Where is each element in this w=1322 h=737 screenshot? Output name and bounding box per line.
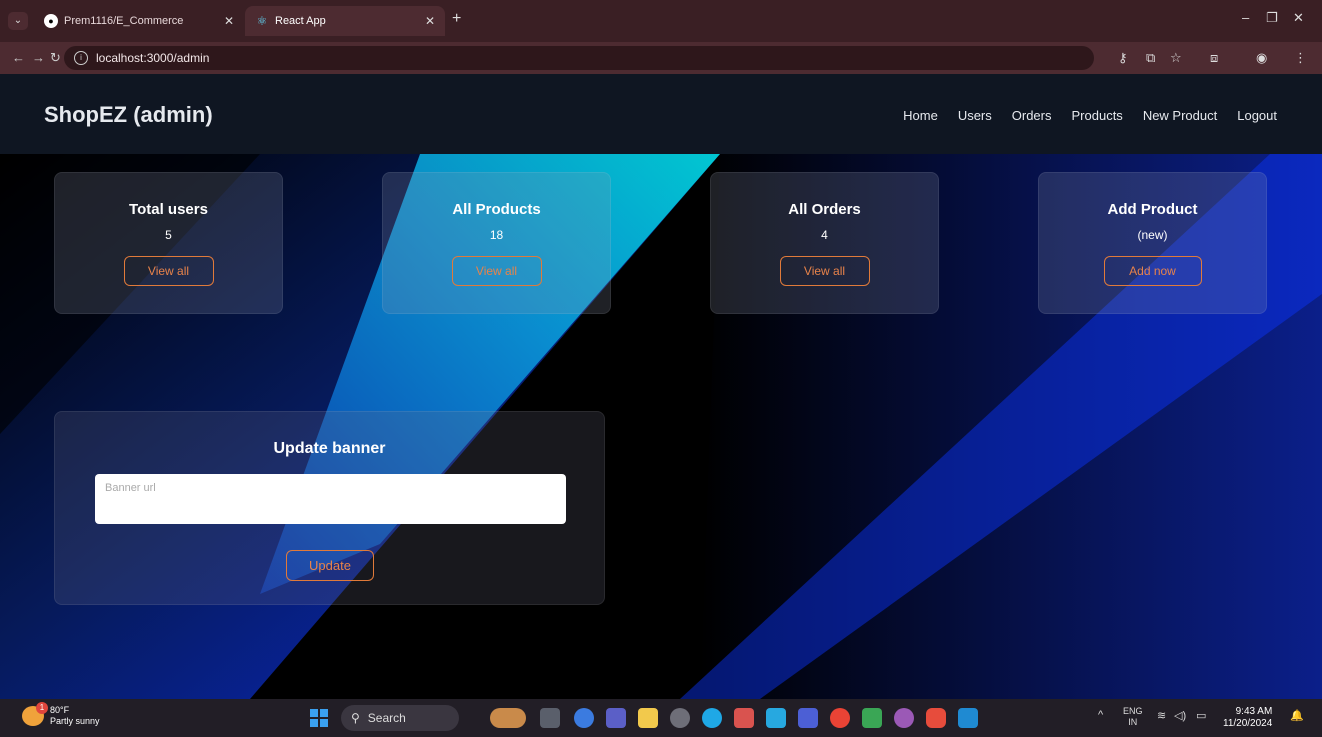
notes-icon[interactable] <box>798 708 818 728</box>
card-value: (new) <box>1137 228 1168 242</box>
reload-icon[interactable]: ↻ <box>50 50 61 66</box>
weather-temp: 80°F <box>50 705 70 715</box>
profile-avatar-icon[interactable]: ◉ <box>1256 50 1267 66</box>
search-icon: ⚲ <box>351 711 360 725</box>
card-value: 18 <box>489 228 504 242</box>
tab-search-menu-icon[interactable]: ⌄ <box>8 12 28 30</box>
update-banner-button[interactable]: Update <box>286 550 374 581</box>
language-indicator[interactable]: ENG IN <box>1123 706 1143 728</box>
card-title: Add Product <box>1107 201 1198 218</box>
card-all-products: All Products 18 View all <box>382 172 611 314</box>
banner-title: Update banner <box>273 440 386 457</box>
card-total-users: Total users 5 View all <box>54 172 283 314</box>
nav-link-products[interactable]: Products <box>1072 108 1123 123</box>
xbox-icon[interactable] <box>862 708 882 728</box>
minimize-icon[interactable]: – <box>1242 10 1249 25</box>
copilot-widget-icon[interactable] <box>490 708 526 728</box>
tab-title: React App <box>275 15 326 27</box>
password-key-icon[interactable]: ⚷ <box>1118 50 1128 66</box>
nav-link-orders[interactable]: Orders <box>1012 108 1052 123</box>
site-info-icon[interactable]: i <box>74 51 88 65</box>
card-value: 4 <box>821 228 828 242</box>
taskbar-search[interactable]: ⚲ Search <box>341 705 459 731</box>
lang-code: ENG <box>1123 706 1143 716</box>
calendar-icon[interactable] <box>766 708 786 728</box>
update-banner-card: Update banner Update <box>54 411 605 605</box>
region-code: IN <box>1128 717 1138 727</box>
card-title: All Products <box>452 201 541 218</box>
volume-icon[interactable]: ◁) <box>1174 709 1186 722</box>
wps-office-icon[interactable] <box>926 708 946 728</box>
card-add-product: Add Product (new) Add now <box>1038 172 1267 314</box>
notification-bell-icon[interactable]: 🔔 <box>1290 709 1304 722</box>
nav-link-home[interactable]: Home <box>903 108 938 123</box>
copilot-icon[interactable] <box>574 708 594 728</box>
add-now-button[interactable]: Add now <box>1103 256 1202 286</box>
browser-menu-icon[interactable]: ⋮ <box>1294 50 1307 66</box>
clock-time: 9:43 AM <box>1235 706 1273 717</box>
react-icon: ⚛ <box>256 14 268 28</box>
card-all-orders: All Orders 4 View all <box>710 172 939 314</box>
task-view-icon[interactable] <box>540 708 560 728</box>
tab-title: Prem1116/E_Commerce <box>64 15 184 27</box>
file-explorer-icon[interactable] <box>638 708 658 728</box>
wifi-icon[interactable]: ≋ <box>1157 709 1166 722</box>
view-all-orders-button[interactable]: View all <box>779 256 870 286</box>
notification-badge: 1 <box>36 702 48 714</box>
background-graphic <box>0 74 1322 699</box>
browser-tab-bar: ⌄ ● Prem1116/E_Commerce ✕ ⚛ React App ✕ … <box>0 0 1322 42</box>
address-bar-row: ← → ↻ i localhost:3000/admin ⚷ ⧉ ☆ ⧈ ◉ ⋮ <box>0 42 1322 74</box>
close-window-icon[interactable]: ✕ <box>1293 10 1304 26</box>
edge-icon[interactable] <box>702 708 722 728</box>
weather-widget[interactable]: 1 80°F Partly sunny <box>22 702 100 727</box>
page-viewport: ShopEZ (admin) Home Users Orders Product… <box>0 74 1322 699</box>
tab-github[interactable]: ● Prem1116/E_Commerce ✕ <box>34 6 244 36</box>
view-all-products-button[interactable]: View all <box>451 256 542 286</box>
forward-icon[interactable]: → <box>32 50 45 65</box>
teams-icon[interactable] <box>606 708 626 728</box>
nav-link-logout[interactable]: Logout <box>1237 108 1277 123</box>
back-icon[interactable]: ← <box>12 50 25 65</box>
brand-title[interactable]: ShopEZ (admin) <box>44 102 213 128</box>
banner-url-input[interactable] <box>95 474 566 524</box>
card-title: All Orders <box>788 201 861 218</box>
view-all-users-button[interactable]: View all <box>123 256 214 286</box>
nav-link-new-product[interactable]: New Product <box>1143 108 1217 123</box>
close-icon[interactable]: ✕ <box>425 14 435 28</box>
chrome-icon[interactable] <box>830 708 850 728</box>
url-text: localhost:3000/admin <box>96 51 210 65</box>
search-label: Search <box>367 711 406 725</box>
bookmark-star-icon[interactable]: ☆ <box>1170 50 1182 66</box>
card-value: 5 <box>165 228 172 242</box>
weather-desc: Partly sunny <box>50 716 100 726</box>
nav-links: Home Users Orders Products New Product L… <box>903 108 1277 123</box>
url-input[interactable]: i localhost:3000/admin <box>64 46 1094 70</box>
new-tab-icon[interactable]: + <box>452 10 461 28</box>
github-icon: ● <box>44 14 58 28</box>
nav-link-users[interactable]: Users <box>958 108 992 123</box>
settings-icon[interactable] <box>670 708 690 728</box>
restore-icon[interactable]: ❐ <box>1266 10 1278 26</box>
store-icon[interactable] <box>734 708 754 728</box>
canary-browser-icon[interactable] <box>894 708 914 728</box>
clock-date: 11/20/2024 <box>1223 718 1273 729</box>
top-navbar: ShopEZ (admin) Home Users Orders Product… <box>0 74 1322 154</box>
weather-sun-icon: 1 <box>22 702 48 726</box>
card-title: Total users <box>129 201 208 218</box>
extensions-icon[interactable]: ⧈ <box>1210 50 1218 66</box>
install-app-icon[interactable]: ⧉ <box>1146 50 1155 66</box>
vscode-icon[interactable] <box>958 708 978 728</box>
tray-overflow-icon[interactable]: ^ <box>1098 709 1103 721</box>
battery-icon[interactable]: ▭ <box>1196 709 1206 722</box>
tab-react-app[interactable]: ⚛ React App ✕ <box>245 6 445 36</box>
windows-taskbar: 1 80°F Partly sunny ⚲ Search ^ ENG IN ≋ … <box>0 699 1322 737</box>
close-icon[interactable]: ✕ <box>224 14 234 28</box>
weather-text: 80°F Partly sunny <box>50 705 100 727</box>
system-clock[interactable]: 9:43 AM 11/20/2024 <box>1223 706 1272 730</box>
windows-start-icon[interactable] <box>310 709 328 727</box>
